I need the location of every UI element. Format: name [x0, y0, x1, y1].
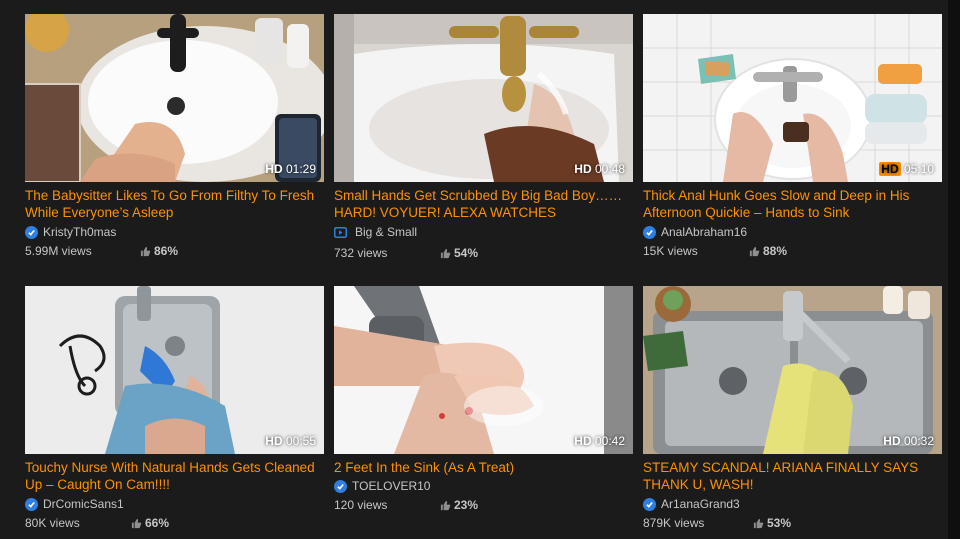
check-badge-icon: [643, 225, 656, 239]
uploader-name[interactable]: DrComicSans1: [43, 497, 124, 511]
thumbs-up-icon: [749, 246, 760, 256]
video-thumbnail[interactable]: HD 01:29: [25, 14, 324, 182]
uploader-name[interactable]: TOELOVER10: [352, 479, 430, 493]
uploader-name[interactable]: Big & Small: [355, 225, 417, 239]
hd-badge: HD: [265, 162, 283, 176]
rating-percent: 23%: [454, 498, 479, 512]
hd-badge: HD: [883, 434, 901, 448]
video-title[interactable]: STEAMY SCANDAL! ARIANA FINALLY SAYS THAN…: [643, 459, 942, 493]
duration: 00:55: [285, 434, 316, 448]
rating-percent: 53%: [767, 516, 792, 530]
view-count: 120 views: [334, 498, 388, 512]
duration: 00:32: [903, 434, 934, 448]
video-card[interactable]: HD 01:29 The Babysitter Likes To Go From…: [25, 14, 324, 259]
check-badge-icon: [334, 479, 347, 493]
video-title[interactable]: Thick Anal Hunk Goes Slow and Deep in Hi…: [643, 187, 942, 221]
video-title[interactable]: Small Hands Get Scrubbed By Big Bad Boy……: [334, 187, 633, 221]
hd-badge: HD: [574, 162, 592, 176]
duration: 00:42: [594, 434, 625, 448]
check-badge-icon: [643, 497, 656, 511]
uploader-name[interactable]: AnalAbraham16: [661, 225, 747, 239]
thumbs-up-icon: [440, 500, 451, 510]
thumbs-up-icon: [753, 518, 764, 528]
thumbs-up-icon: [140, 246, 151, 256]
video-title[interactable]: Touchy Nurse With Natural Hands Gets Cle…: [25, 459, 324, 493]
rating-percent: 86%: [154, 244, 179, 258]
rating-percent: 54%: [454, 246, 479, 260]
view-count: 5.99M views: [25, 244, 92, 258]
video-thumbnail[interactable]: HD 00:55: [25, 286, 324, 454]
duration: 01:29: [285, 162, 316, 176]
duration: 00:48: [594, 162, 625, 176]
video-title[interactable]: The Babysitter Likes To Go From Filthy T…: [25, 187, 324, 221]
video-card[interactable]: HD 05:10 Thick Anal Hunk Goes Slow and D…: [643, 14, 942, 259]
view-count: 15K views: [643, 244, 698, 258]
video-card[interactable]: HD 00:32 STEAMY SCANDAL! ARIANA FINALLY …: [643, 286, 942, 531]
video-card[interactable]: HD 00:48 Small Hands Get Scrubbed By Big…: [334, 14, 633, 261]
video-thumbnail[interactable]: HD 00:32: [643, 286, 942, 454]
hd-badge: HD: [574, 434, 592, 448]
view-count: 80K views: [25, 516, 80, 530]
duration: 05:10: [903, 162, 934, 176]
video-card[interactable]: HD 00:42 2 Feet In the Sink (As A Treat)…: [334, 286, 633, 513]
video-thumbnail[interactable]: HD 00:42: [334, 286, 633, 454]
rating-percent: 66%: [145, 516, 170, 530]
view-count: 732 views: [334, 246, 388, 260]
check-badge-icon: [25, 497, 38, 511]
video-card[interactable]: HD 00:55 Touchy Nurse With Natural Hands…: [25, 286, 324, 531]
uploader-name[interactable]: KristyTh0mas: [43, 225, 116, 239]
uploader-name[interactable]: Ar1anaGrand3: [661, 497, 740, 511]
thumbs-up-icon: [131, 518, 142, 528]
thumbs-up-icon: [440, 248, 451, 258]
page-edge: [948, 0, 960, 539]
view-count: 879K views: [643, 516, 705, 530]
hd-badge: HD: [265, 434, 283, 448]
hd-badge: HD: [879, 162, 901, 176]
rating-percent: 88%: [763, 244, 788, 258]
video-thumbnail[interactable]: HD 00:48: [334, 14, 633, 182]
check-badge-icon: [25, 225, 38, 239]
play-channel-icon: [334, 226, 347, 238]
video-thumbnail[interactable]: HD 05:10: [643, 14, 942, 182]
